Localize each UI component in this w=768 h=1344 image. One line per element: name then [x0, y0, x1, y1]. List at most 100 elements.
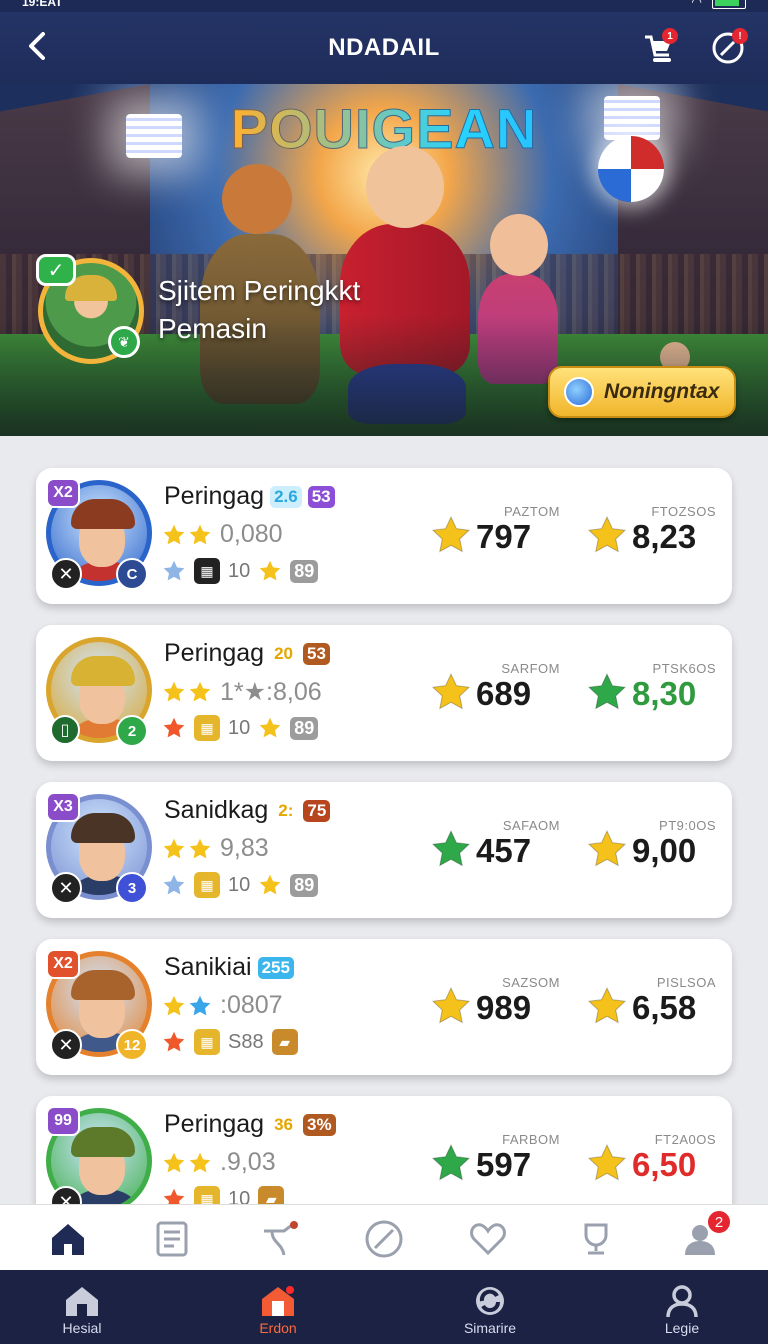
star-icon — [431, 515, 471, 553]
player-stat-box: 89 — [290, 559, 319, 583]
status-icons: ◠ — [692, 0, 746, 9]
star-icon — [163, 560, 185, 581]
person-icon — [666, 1285, 698, 1318]
stat-column-2: PISLSOA 6,58 — [584, 975, 724, 1045]
player-rank: 53 — [307, 485, 335, 508]
heart-icon — [470, 1223, 506, 1256]
player-level: 2: — [278, 800, 294, 820]
stat-column-1: FARBOM 597 — [428, 1132, 568, 1202]
player-score: :0807 — [220, 991, 283, 1019]
profile-badge: 2 — [706, 1209, 732, 1235]
star-icon — [163, 995, 185, 1015]
close-icon: ✕ — [50, 558, 82, 590]
ranking-card[interactable]: X3 ✕ 3 Sanidkag 2: 75 9,83 ▦ 10 89 SAFAO… — [36, 782, 732, 918]
star-icon — [259, 874, 281, 895]
stat-label: PTSK6OS — [652, 661, 716, 676]
stat-column-2: FTOZSOS 8,23 — [584, 504, 724, 574]
ranking-card[interactable]: X2 ✕ C Peringag 2.6 53 0,080 ▦ 10 89 PAZ… — [36, 468, 732, 604]
player-name: Sanikiai — [164, 953, 252, 981]
star-icon — [587, 986, 627, 1024]
player-name: Peringag — [164, 639, 265, 667]
banner-action-button[interactable]: Noningntax — [548, 366, 736, 418]
top-app-bar: NDADAIL 1 ! — [0, 12, 768, 84]
stat-value: 797 — [476, 518, 532, 555]
player-level: 36 — [274, 1114, 293, 1134]
item-icon: ▦ — [194, 872, 220, 898]
player-name: Peringag — [164, 482, 265, 510]
nav-label-sync: Simarire — [463, 1320, 517, 1336]
stat-value: 989 — [476, 989, 532, 1026]
star-icon — [163, 524, 185, 544]
nav-item-home[interactable]: Hesial — [22, 1270, 142, 1344]
leaf-icon: ❦ — [108, 326, 140, 358]
item-icon: ▦ — [194, 715, 220, 741]
tab-compass[interactable] — [362, 1217, 406, 1261]
soccer-ball — [598, 136, 664, 202]
player-stat: S88 — [228, 1030, 264, 1053]
rank-tag-icon: ▯ — [50, 715, 80, 745]
player-rank: 53 — [303, 642, 330, 665]
tab-home[interactable] — [46, 1217, 90, 1261]
star-icon — [587, 829, 627, 867]
back-button[interactable] — [18, 26, 58, 66]
stat-label: PAZTOM — [504, 504, 560, 519]
stat-value: 8,30 — [632, 675, 697, 712]
cart-button[interactable]: 1 — [636, 26, 680, 70]
nav-item-store[interactable]: Erdon — [218, 1270, 338, 1344]
level-badge: 2 — [116, 715, 148, 747]
nav-label-home: Hesial — [62, 1320, 102, 1336]
stat-column-2: PTSK6OS 8,30 — [584, 661, 724, 731]
bottom-navigation: Hesial Erdon Simarire Legie — [0, 1270, 768, 1344]
star-icon — [163, 1188, 185, 1204]
level-badge: C — [116, 558, 148, 590]
nav-item-account[interactable]: Legie — [622, 1270, 742, 1344]
star-icon — [259, 717, 281, 738]
stat-value: 6,50 — [632, 1146, 697, 1183]
edit-button[interactable]: ! — [706, 26, 750, 70]
stat-label: FT2A0OS — [654, 1132, 716, 1147]
check-icon: ✓ — [36, 254, 76, 286]
star-icon — [259, 560, 281, 581]
cart-badge: 1 — [662, 28, 678, 44]
player-stats-row: ▦ 10 89 — [162, 558, 319, 584]
store-icon — [262, 1286, 294, 1316]
player-name-row: Sanidkag 2: 75 — [164, 796, 331, 825]
star-icon — [189, 838, 211, 858]
stat-label: PISLSOA — [656, 975, 716, 990]
stat-label: SAZSOM — [502, 975, 560, 990]
nav-item-sync[interactable]: Simarire — [430, 1270, 550, 1344]
ranking-card[interactable]: ▯ 2 Peringag 20 53 1*★:8,06 ▦ 10 89 SARF… — [36, 625, 732, 761]
player-stats-row: ▦ 10 ▰ — [162, 1186, 285, 1204]
tab-profile[interactable]: 2 — [678, 1209, 732, 1261]
chest-icon: ▰ — [271, 1029, 298, 1055]
star-icon — [431, 672, 471, 710]
stat-value: 689 — [476, 675, 532, 712]
tab-favorites[interactable] — [466, 1217, 510, 1261]
tab-whistle[interactable] — [258, 1217, 302, 1261]
chevron-left-icon — [29, 32, 45, 60]
status-bar: 19:EAT ◠ — [0, 0, 768, 12]
star-icon — [163, 681, 185, 702]
tab-trophy[interactable] — [574, 1217, 618, 1261]
stat-value: 9,00 — [632, 832, 697, 869]
banner-action-label: Noningntax — [604, 380, 720, 403]
player-score-row: 9,83 — [162, 834, 269, 863]
stat-column-1: SAFAOM 457 — [428, 818, 568, 888]
player-score: 1*★:8,06 — [220, 678, 322, 706]
ranking-card[interactable]: 99 ✕ Peringag 36 3% .9,03 ▦ 10 ▰ FARBOM — [36, 1096, 732, 1204]
stat-value: 8,23 — [632, 518, 697, 555]
stat-label: SARFOM — [501, 661, 560, 676]
item-icon: ▦ — [194, 1186, 220, 1204]
player-name-row: Peringag 36 3% — [164, 1110, 336, 1139]
tab-notes[interactable] — [150, 1217, 194, 1261]
rank-tag: 99 — [46, 1106, 80, 1136]
chest-icon: ▰ — [258, 1186, 285, 1204]
ranking-list[interactable]: X2 ✕ C Peringag 2.6 53 0,080 ▦ 10 89 PAZ… — [0, 436, 768, 1204]
home-icon — [52, 1224, 84, 1255]
player-stats-row: ▦ S88 ▰ — [162, 1029, 298, 1055]
player-score: 9,83 — [220, 834, 269, 862]
ranking-card[interactable]: X2 ✕ 12 Sanikiai 255 :0807 ▦ S88 ▰ SAZSO… — [36, 939, 732, 1075]
stat-value: 597 — [476, 1146, 532, 1183]
wifi-icon: ◠ — [691, 0, 702, 9]
stat-value: 6,58 — [632, 989, 697, 1026]
